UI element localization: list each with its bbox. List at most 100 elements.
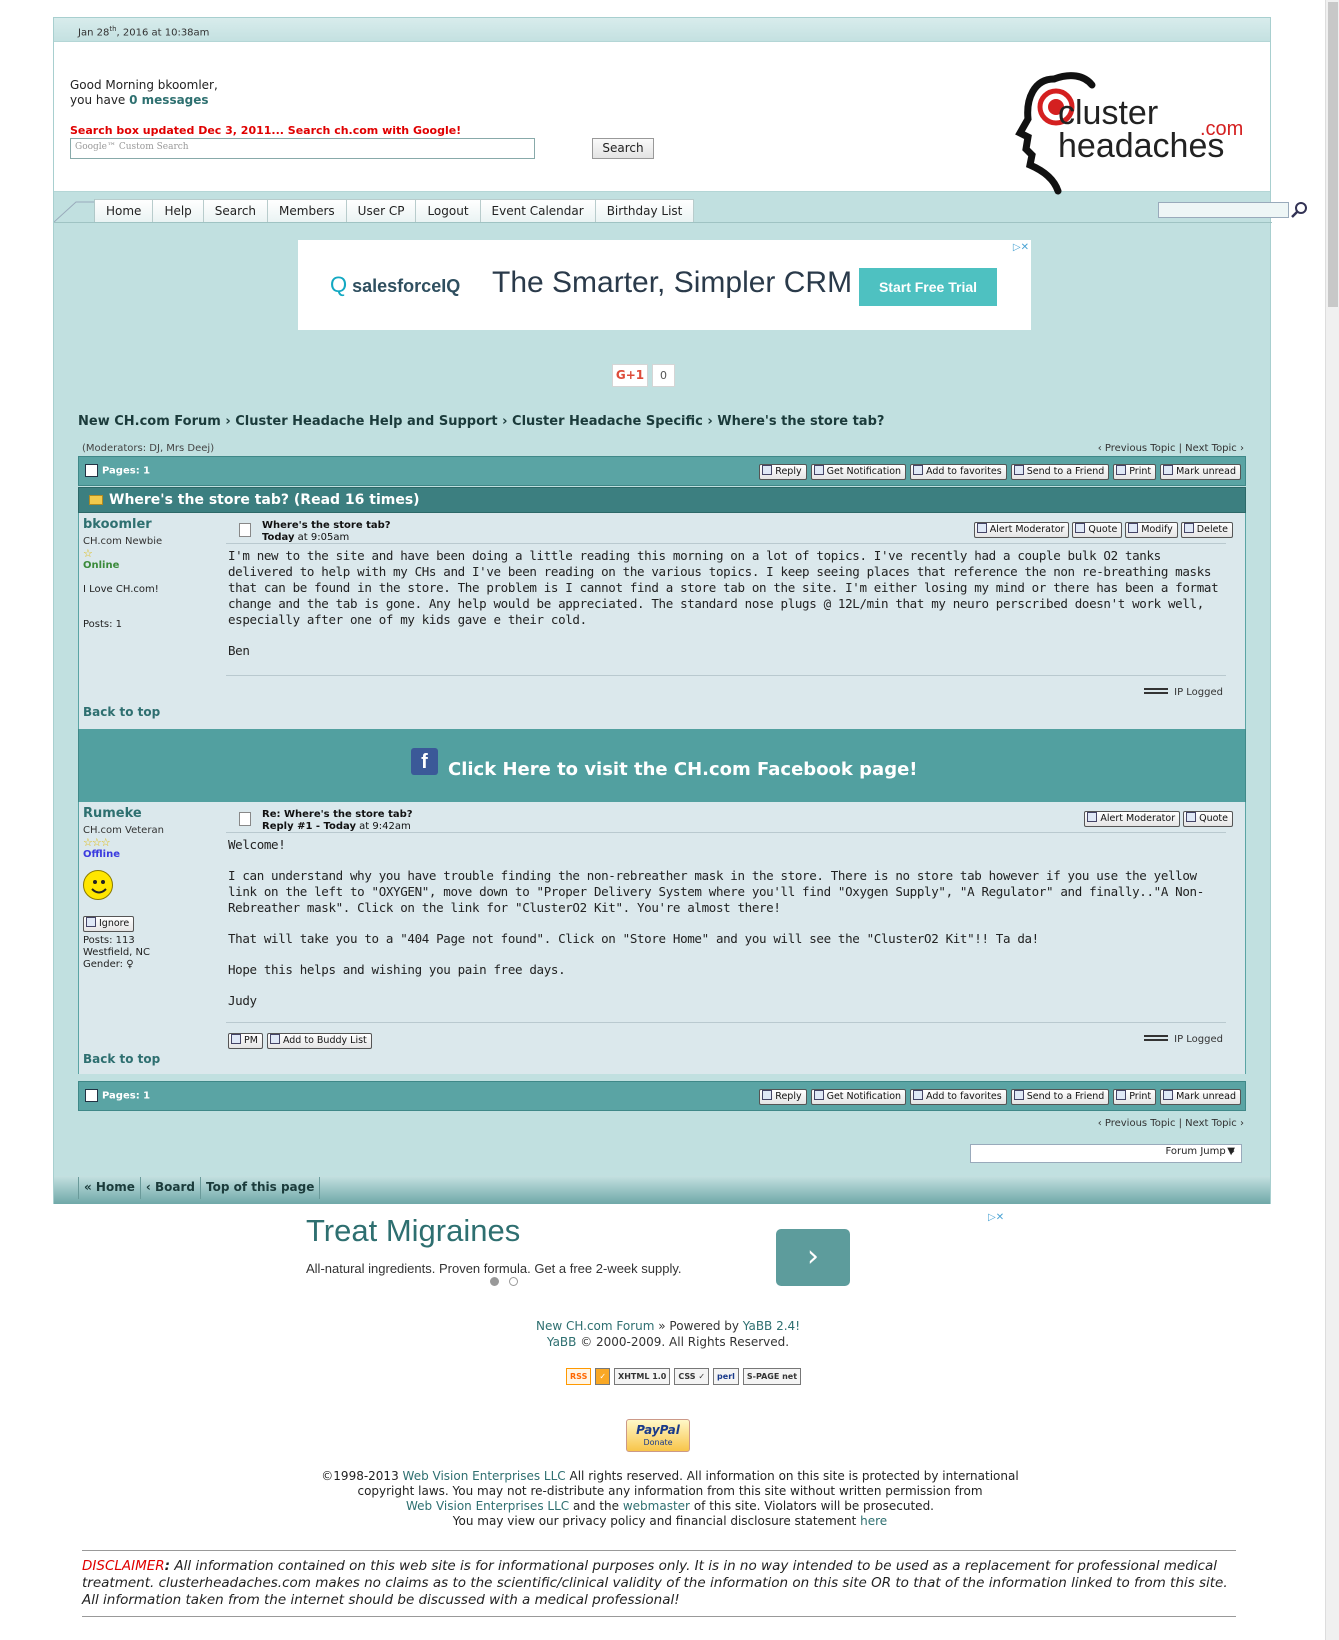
back-to-top-link[interactable]: Back to top (83, 705, 160, 719)
post-actions: Alert Moderator Quote Modify Delete (973, 522, 1233, 538)
migraine-ad-title[interactable]: Treat Migraines (306, 1213, 520, 1249)
mark-unread-button[interactable]: Mark unread (1160, 1089, 1241, 1105)
cluster-headaches-logo[interactable]: cluster headaches .com (1014, 69, 1254, 195)
search-button[interactable]: Search (592, 138, 654, 159)
alert-moderator-button[interactable]: Alert Moderator (973, 522, 1070, 538)
pages-label: Pages: 1 (85, 1089, 150, 1102)
send-to-friend-button[interactable]: Send to a Friend (1010, 1089, 1110, 1105)
ad-arrow-button[interactable]: › (776, 1229, 850, 1286)
magnifier-icon[interactable] (1291, 201, 1309, 219)
trash-icon (1183, 523, 1194, 533)
poster-name[interactable]: Rumeke (83, 806, 142, 821)
menu-home[interactable]: Home (95, 199, 154, 222)
facebook-link[interactable]: Click Here to visit the CH.com Facebook … (448, 759, 918, 780)
back-to-top-link[interactable]: Back to top (83, 1052, 160, 1066)
footer-top-link[interactable]: Top of this page (199, 1177, 321, 1199)
quick-search-input[interactable] (1158, 202, 1289, 218)
post-date: Today at 9:05am (262, 532, 350, 543)
prev-next-topic-bottom[interactable]: ‹ Previous Topic | Next Topic › (1030, 1118, 1244, 1129)
add-to-favorites-button[interactable]: Add to favorites (910, 464, 1007, 480)
modify-button[interactable]: Modify (1125, 522, 1178, 538)
menu-logout[interactable]: Logout (416, 199, 481, 222)
menu-user-cp[interactable]: User CP (346, 199, 417, 222)
css-badge[interactable]: CSS ✓ (674, 1368, 710, 1385)
quote-button[interactable]: Quote (1072, 522, 1123, 538)
menu-members[interactable]: Members (268, 199, 347, 222)
get-notification-button[interactable]: Get Notification (810, 464, 907, 480)
prev-next-topic[interactable]: ‹ Previous Topic | Next Topic › (1030, 443, 1244, 454)
reply-button[interactable]: Reply (759, 464, 807, 480)
reply-icon (762, 465, 773, 475)
reply-button[interactable]: Reply (759, 1089, 807, 1105)
menu-event-calendar[interactable]: Event Calendar (480, 199, 596, 222)
poster-rank: CH.com Veteran (83, 825, 164, 836)
online-status: Online (83, 560, 120, 571)
browser-scrollbar[interactable] (1325, 0, 1339, 1640)
pages-bar-top: Pages: 1 Reply Get Notification Add to f… (78, 456, 1246, 486)
perl-badge[interactable]: perl (713, 1368, 739, 1385)
scrollbar-thumb[interactable] (1328, 2, 1338, 307)
ignore-button[interactable]: Ignore (83, 916, 135, 932)
google-search-input[interactable]: Google™ Custom Search (70, 138, 535, 159)
yabb-home-link[interactable]: YaBB (547, 1335, 577, 1349)
check-badge[interactable]: ✓ (595, 1368, 611, 1385)
messages-link[interactable]: 0 messages (129, 93, 208, 107)
spage-badge[interactable]: S-PAGE net (742, 1368, 802, 1385)
footer-home-link[interactable]: « Home (78, 1177, 140, 1199)
carousel-dot[interactable] (509, 1277, 518, 1286)
delete-button[interactable]: Delete (1180, 522, 1233, 538)
breadcrumb[interactable]: New CH.com Forum › Cluster Headache Help… (78, 414, 884, 429)
message-icon (239, 523, 251, 537)
powered-by: New CH.com Forum » Powered by YaBB 2.4! … (535, 1319, 801, 1349)
print-button[interactable]: Print (1113, 1089, 1157, 1105)
forum-home-link[interactable]: New CH.com Forum (536, 1319, 654, 1333)
webmaster-link[interactable]: webmaster (623, 1499, 690, 1513)
facebook-banner[interactable]: f Click Here to visit the CH.com Faceboo… (78, 729, 1246, 802)
xhtml-badge[interactable]: XHTML 1.0 (614, 1368, 671, 1385)
web-vision-link-2[interactable]: Web Vision Enterprises LLC (406, 1499, 569, 1513)
salesforce-ad[interactable]: Q salesforceIQ The Smarter, Simpler CRM … (298, 240, 1031, 330)
send-to-friend-button[interactable]: Send to a Friend (1010, 464, 1110, 480)
post-header-rule (226, 832, 1226, 833)
google-plus-button[interactable]: G+1 (612, 364, 648, 387)
add-to-buddy-list-button[interactable]: Add to Buddy List (266, 1033, 372, 1049)
poster-name[interactable]: bkoomler (83, 517, 152, 532)
smiley-icon (91, 880, 107, 894)
footer-board-link[interactable]: ‹ Board (139, 1177, 200, 1199)
avatar (83, 870, 113, 900)
page-icon (85, 464, 98, 477)
warning-icon (1087, 812, 1098, 822)
pm-button[interactable]: PM (228, 1033, 263, 1049)
add-to-favorites-button[interactable]: Add to favorites (910, 1089, 1007, 1105)
start-free-trial-button[interactable]: Start Free Trial (859, 268, 997, 306)
logo-dotcom: .com (1200, 118, 1243, 140)
forum-jump-select[interactable]: Forum Jump » ▼ (970, 1144, 1242, 1163)
quote-button[interactable]: Quote (1183, 811, 1233, 827)
pencil-icon (1128, 523, 1139, 533)
yabb-link[interactable]: YaBB 2.4! (743, 1319, 800, 1333)
thread-actions: Reply Get Notification Add to favorites … (759, 1089, 1241, 1105)
carousel-dot-active[interactable] (490, 1277, 499, 1286)
post-1: bkoomler CH.com Newbie ☆ Online I Love C… (78, 513, 1246, 729)
adchoices-icon[interactable]: ▷✕ (1013, 242, 1029, 253)
ip-logged: IP Logged (1144, 1034, 1223, 1045)
mark-icon (1163, 1090, 1174, 1100)
privacy-here-link[interactable]: here (860, 1514, 887, 1528)
post-paragraph: I can understand why you have trouble fi… (228, 868, 1204, 915)
mark-unread-button[interactable]: Mark unread (1160, 464, 1241, 480)
alert-moderator-button[interactable]: Alert Moderator (1084, 811, 1181, 827)
paypal-donate-button[interactable]: PayPal Donate (626, 1419, 690, 1452)
notification-icon (813, 465, 824, 475)
print-button[interactable]: Print (1113, 464, 1157, 480)
thread-title: Where's the store tab? (Read 16 times) (78, 487, 1246, 513)
rss-badge[interactable]: RSS (566, 1368, 592, 1385)
get-notification-button[interactable]: Get Notification (810, 1089, 907, 1105)
pm-icon (231, 1034, 241, 1044)
menu-birthday-list[interactable]: Birthday List (595, 199, 695, 222)
envelope-icon (1013, 465, 1024, 475)
greeting-text: Good Morning bkoomler, (70, 78, 218, 92)
menu-help[interactable]: Help (153, 199, 204, 222)
menu-search[interactable]: Search (203, 199, 269, 222)
web-vision-link[interactable]: Web Vision Enterprises LLC (403, 1469, 566, 1483)
adchoices-icon[interactable]: ▷✕ (988, 1212, 1004, 1223)
